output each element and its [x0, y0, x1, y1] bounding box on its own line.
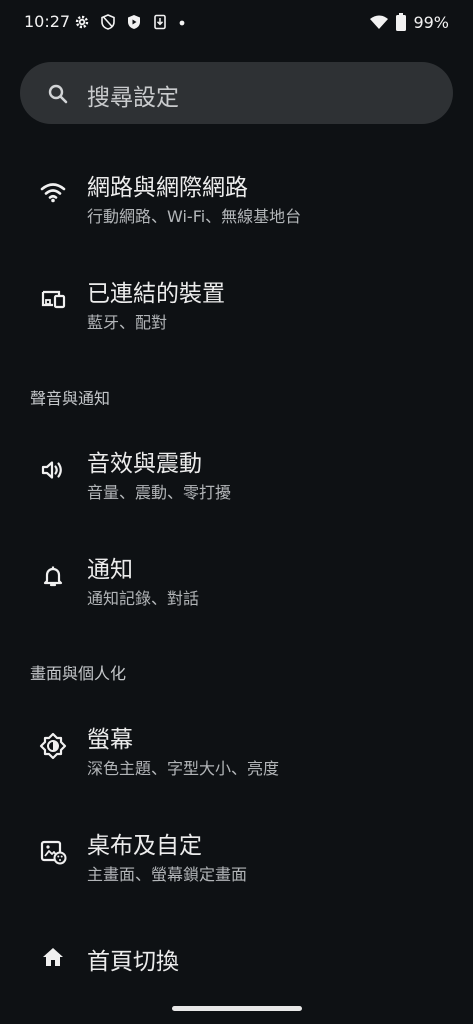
wifi-icon — [369, 14, 389, 30]
item-title: 桌布及自定 — [87, 833, 202, 859]
gear-icon — [74, 14, 90, 30]
devices-icon — [39, 286, 67, 314]
settings-item-display[interactable]: 螢幕 深色主題、字型大小、亮度 — [0, 712, 473, 788]
settings-item-sound[interactable]: 音效與震動 音量、震動、零打擾 — [0, 436, 473, 512]
item-title: 音效與震動 — [87, 451, 202, 477]
status-time: 10:27 — [24, 12, 71, 31]
item-title: 首頁切換 — [87, 949, 179, 975]
wallpaper-icon — [39, 838, 67, 866]
section-header-sound-notifications: 聲音與通知 — [30, 389, 111, 408]
shield-icon — [100, 14, 116, 30]
item-title: 螢幕 — [87, 727, 133, 753]
item-subtitle: 行動網路、Wi-Fi、無線基地台 — [87, 207, 302, 226]
status-icons-left — [74, 12, 186, 32]
download-icon — [152, 14, 168, 30]
wifi-icon — [39, 178, 67, 206]
battery-percent: 99% — [413, 12, 449, 32]
volume-icon — [39, 456, 67, 484]
item-subtitle: 深色主題、字型大小、亮度 — [87, 759, 280, 778]
home-icon — [39, 943, 67, 971]
status-bar: 10:27 99% — [0, 0, 473, 44]
search-placeholder: 搜尋設定 — [87, 85, 179, 111]
settings-item-connected-devices[interactable]: 已連結的裝置 藍牙、配對 — [0, 266, 473, 342]
settings-item-wallpaper[interactable]: 桌布及自定 主畫面、螢幕鎖定畫面 — [0, 818, 473, 894]
item-subtitle: 通知記錄、對話 — [87, 589, 200, 608]
section-header-display-personalization: 畫面與個人化 — [30, 664, 127, 683]
search-bar[interactable]: 搜尋設定 — [20, 62, 453, 124]
item-title: 網路與網際網路 — [87, 175, 248, 201]
item-subtitle: 藍牙、配對 — [87, 313, 168, 332]
search-icon — [46, 82, 70, 110]
item-title: 通知 — [87, 557, 133, 583]
status-icons-right: 99% — [369, 12, 449, 32]
brightness-icon — [39, 732, 67, 760]
item-title: 已連結的裝置 — [87, 281, 225, 307]
settings-item-home[interactable]: 首頁切換 — [0, 930, 473, 986]
play-shield-icon — [126, 14, 142, 30]
item-subtitle: 主畫面、螢幕鎖定畫面 — [87, 865, 248, 884]
item-subtitle: 音量、震動、零打擾 — [87, 483, 232, 502]
battery-icon — [396, 13, 407, 31]
dot-icon — [178, 14, 186, 30]
navigation-gesture-handle[interactable] — [172, 1006, 302, 1011]
settings-item-network[interactable]: 網路與網際網路 行動網路、Wi-Fi、無線基地台 — [0, 160, 473, 236]
settings-item-notifications[interactable]: 通知 通知記錄、對話 — [0, 542, 473, 618]
bell-icon — [39, 562, 67, 590]
